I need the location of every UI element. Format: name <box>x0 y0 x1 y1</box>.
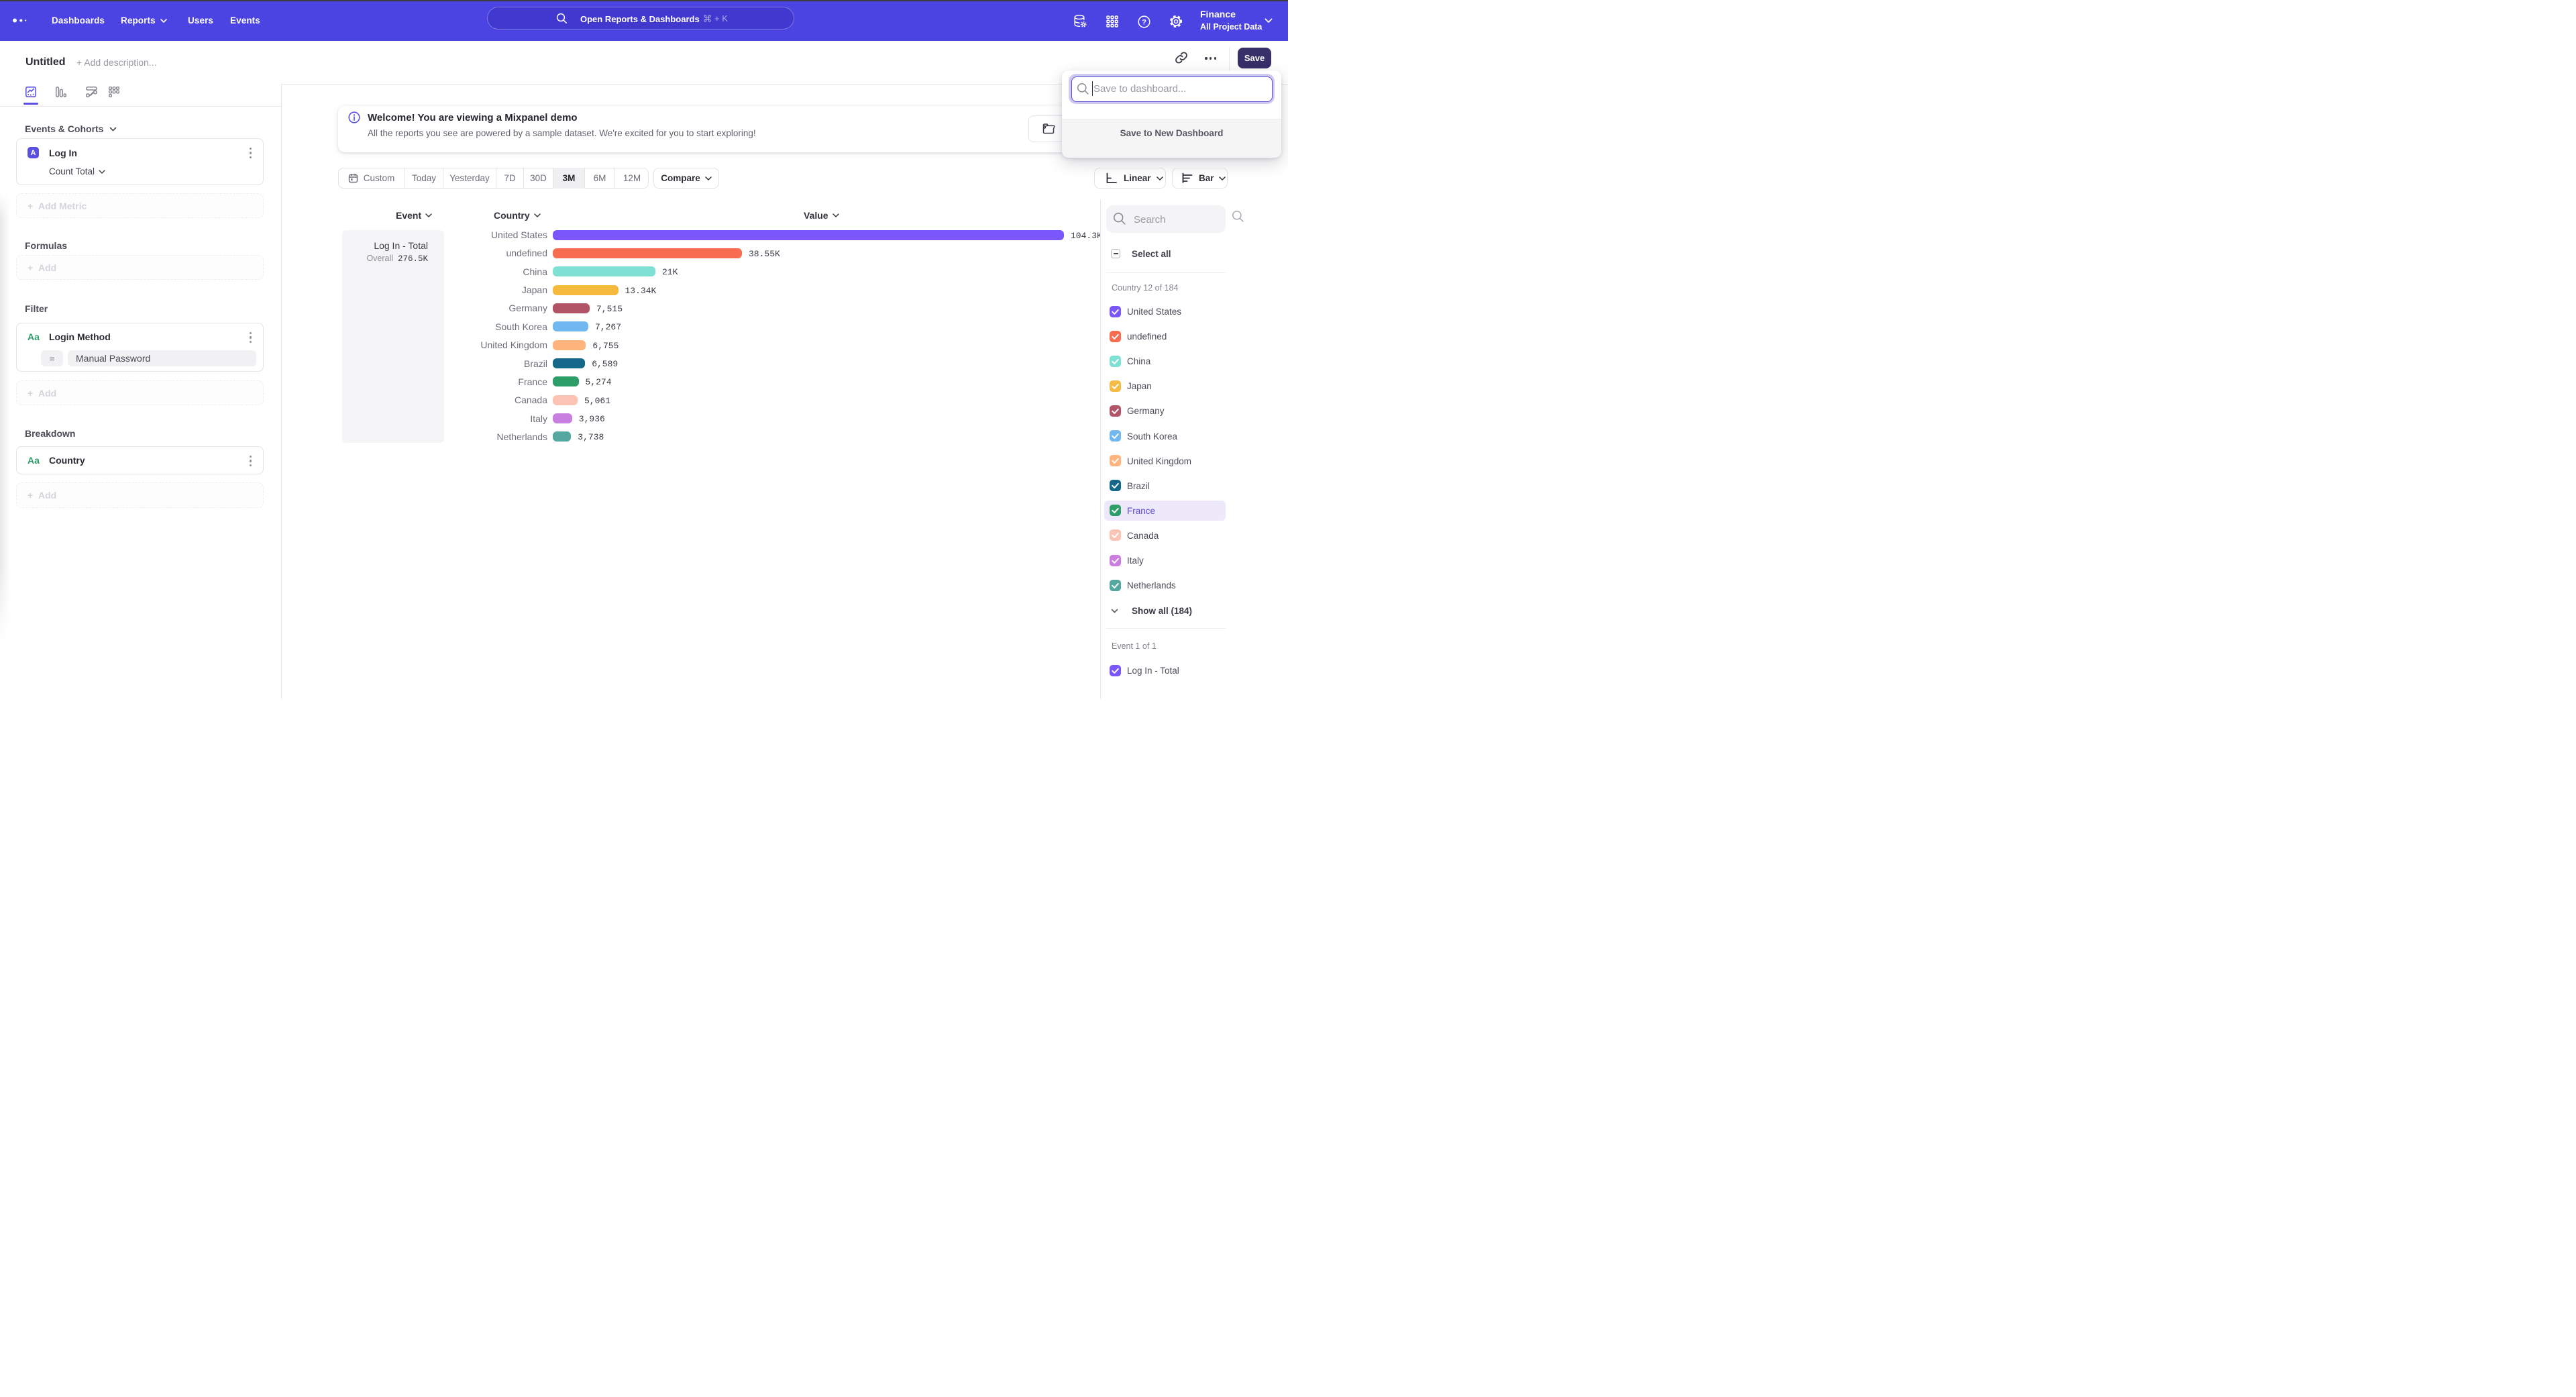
svg-text:?: ? <box>1142 18 1146 26</box>
